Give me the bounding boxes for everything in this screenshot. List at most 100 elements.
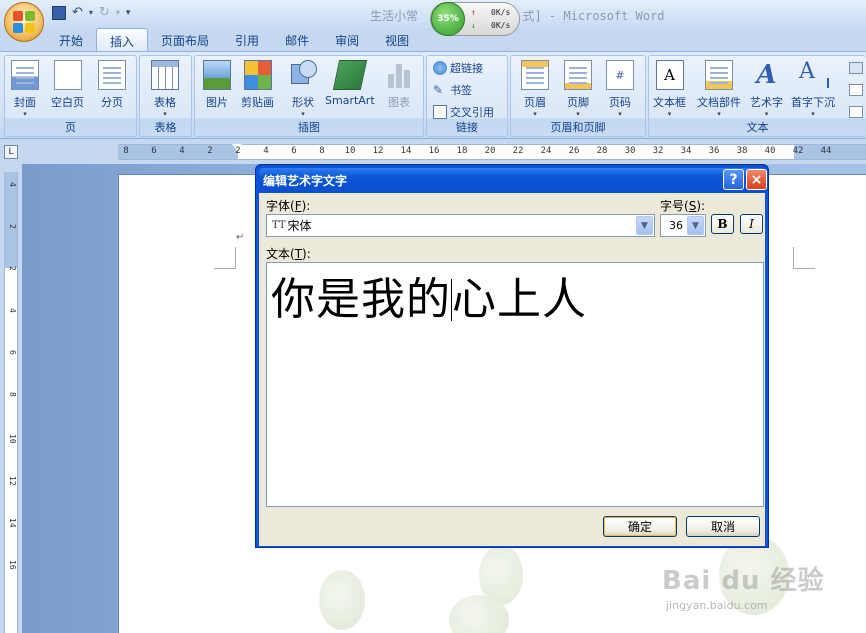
signature-line-icon[interactable] [849,62,863,74]
blank-page-button[interactable]: 空白页 [51,60,84,110]
office-logo-icon [13,11,35,33]
window-title-right: 式] - Microsoft Word [522,9,665,23]
watermark-url: jingyan.baidu.com [666,599,768,612]
size-label: 字号(S): [660,199,706,213]
help-button[interactable]: ? [723,169,744,190]
cover-page-icon [11,60,39,90]
ruler-number: 4 [8,182,17,187]
table-icon [151,60,179,90]
group-illustrations: 图片 剪贴画 形状 ▾ SmartArt 图表 插图 [194,55,424,137]
truetype-font-icon: TT [272,220,286,231]
group-label-pages: 页 [65,121,76,134]
chart-button[interactable]: 图表 [385,60,413,110]
group-text: A 文本框 ▾ 文档部件 ▾ A 艺术字 ▾ A 首字下沉 ▾ 文本 [648,55,866,137]
header-button[interactable]: 页眉 ▾ [521,60,549,118]
ruler-number: 4 [179,146,185,156]
wordart-button[interactable]: A 艺术字 ▾ [750,60,783,118]
tab-references[interactable]: 引用 [222,28,272,52]
date-time-icon[interactable] [849,84,863,96]
smartart-button[interactable]: SmartArt [325,60,375,107]
picture-icon [203,60,231,90]
dialog-title-bar[interactable]: 编辑艺术字文字 [259,168,765,192]
font-select[interactable]: TT 宋体 ▼ [266,214,655,237]
office-button[interactable] [4,2,44,42]
wordart-text-input[interactable]: 你是我的心上人 [266,262,764,507]
window-title-left: 生活小常 [370,9,419,23]
font-value: 宋体 [287,219,312,233]
tab-review[interactable]: 审阅 [322,28,372,52]
group-label-illustrations: 插图 [298,121,320,134]
quick-parts-button[interactable]: 文档部件 ▾ [697,60,741,118]
wordart-text: 你是我的心上人 [271,274,587,325]
undo-dropdown-icon[interactable]: ▾ [89,8,93,17]
ruler-number: 2 [8,266,17,271]
close-button[interactable]: × [746,169,767,190]
cpu-usage-indicator: 35% [431,2,465,36]
ruler-number: 4 [263,146,269,156]
bold-button[interactable]: B [711,214,734,234]
cross-reference-button[interactable]: 交叉引用 [433,104,494,120]
footer-button[interactable]: 页脚 ▾ [564,60,592,118]
bookmark-button[interactable]: ✎ 书签 [433,82,472,98]
ruler-number: 6 [8,350,17,355]
ruler-number: 12 [8,476,17,486]
cover-page-button[interactable]: 封面 ▾ [11,60,39,118]
edit-wordart-dialog: 编辑艺术字文字 ? × 字体(F): TT 宋体 ▼ 字号(S): 36 ▼ B… [255,164,769,548]
baidu-watermark: Bai du 经验 jingyan.baidu.com [662,560,825,612]
ruler-number: 40 [764,146,776,156]
drop-cap-button[interactable]: A 首字下沉 ▾ [791,60,835,119]
ribbon: 封面 ▾ 空白页 分页 页 表格 ▾ 表格 图片 剪贴画 形状 ▾ SmartA… [0,51,866,139]
vertical-ruler[interactable]: 4 2 2 4 6 8 10 12 14 16 [4,172,18,633]
ruler-number: 32 [652,146,664,156]
text-label: 文本(T): [266,247,311,261]
crop-mark-top-left [214,247,236,269]
hyperlink-button[interactable]: 超链接 [433,60,483,76]
shapes-icon [289,60,317,90]
ruler-number: 16 [8,560,17,570]
page-number-button[interactable]: # 页码 ▾ [606,60,634,118]
header-icon [521,60,549,90]
cancel-button[interactable]: 取消 [686,516,760,537]
tab-view[interactable]: 视图 [372,28,422,52]
font-label: 字体(F): [266,199,311,213]
shapes-button[interactable]: 形状 ▾ [289,60,317,118]
redo-icon[interactable]: ↻ [99,5,110,20]
ruler-row: L 8 6 4 2 2 4 6 8 10 12 14 16 18 20 22 24 26 28 30 32 34 36 38… [0,140,866,164]
picture-button[interactable]: 图片 [203,60,231,110]
ruler-number: 8 [123,146,129,156]
tab-insert[interactable]: 插入 [96,28,149,52]
customize-qat-icon[interactable]: ▾ [126,8,131,18]
redo-dropdown-icon[interactable]: ▾ [116,8,120,17]
save-icon[interactable] [52,5,66,20]
undo-icon[interactable]: ↶ [72,5,83,20]
ruler-number: 4 [8,308,17,313]
ok-button[interactable]: 确定 [603,516,677,537]
wordart-icon: A [756,60,777,90]
page-break-button[interactable]: 分页 [98,60,126,110]
ruler-number: 34 [680,146,692,156]
text-box-button[interactable]: A 文本框 ▾ [653,60,686,118]
dialog-body: 字体(F): TT 宋体 ▼ 字号(S): 36 ▼ B I 文本(T): 你是… [259,193,765,546]
group-header-footer: 页眉 ▾ 页脚 ▾ # 页码 ▾ 页眉和页脚 [510,55,646,137]
tab-home[interactable]: 开始 [46,28,96,52]
clip-art-button[interactable]: 剪贴画 [241,60,274,110]
tab-mailings[interactable]: 邮件 [272,28,322,52]
ruler-number: 24 [540,146,552,156]
network-monitor-widget[interactable]: 35% ↑ 0K/s ↓ 0K/s [430,2,520,36]
baidu-logo: Bai du 经验 [662,566,825,596]
dialog-title: 编辑艺术字文字 [263,173,348,188]
group-pages: 封面 ▾ 空白页 分页 页 [4,55,137,137]
tab-page-layout[interactable]: 页面布局 [148,28,222,52]
chevron-down-icon[interactable]: ▼ [687,216,704,235]
horizontal-ruler[interactable]: 8 6 4 2 2 4 6 8 10 12 14 16 18 20 22 24 26 28 30 32 34 36 38 40… [118,144,866,160]
ruler-number: 30 [624,146,636,156]
page-number-icon: # [606,60,634,90]
blank-page-icon [53,60,82,90]
font-size-select[interactable]: 36 ▼ [660,214,706,237]
table-button[interactable]: 表格 ▾ [151,60,179,118]
ruler-number: 8 [319,146,325,156]
italic-button[interactable]: I [740,214,763,234]
tab-selector[interactable]: L [4,145,18,159]
chevron-down-icon[interactable]: ▼ [636,216,653,235]
insert-object-icon[interactable] [849,106,863,118]
